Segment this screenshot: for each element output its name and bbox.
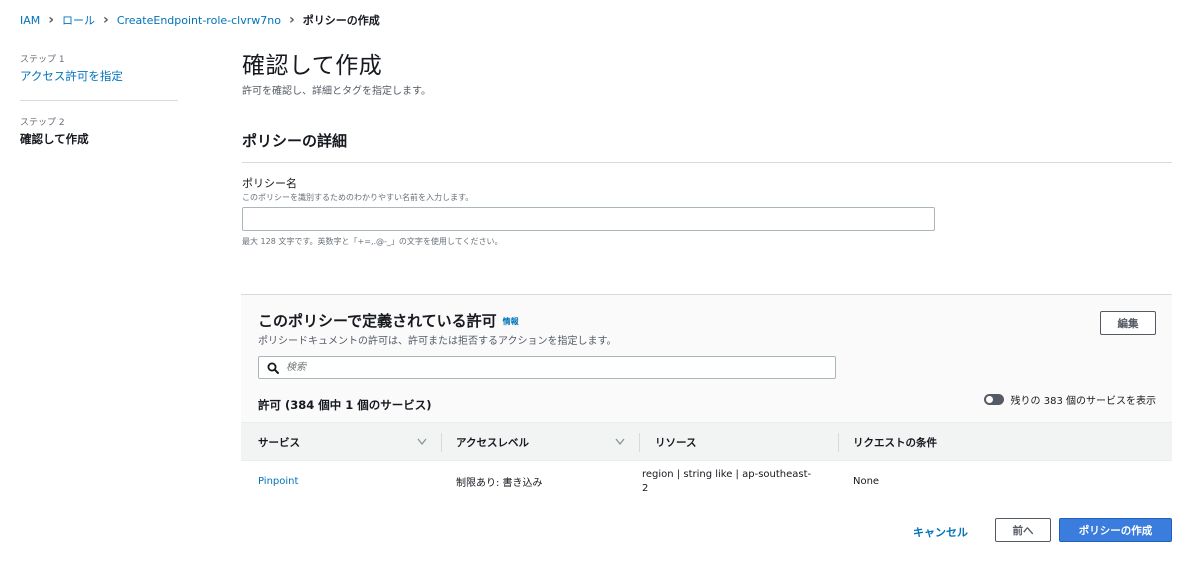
breadcrumb-link-iam[interactable]: IAM — [20, 14, 40, 27]
info-link[interactable]: 情報 — [503, 317, 519, 326]
page-title: 確認して作成 — [242, 53, 383, 79]
permissions-description: ポリシードキュメントの許可は、許可または拒否するアクションを指定します。 — [258, 336, 617, 347]
breadcrumb-link-role[interactable]: CreateEndpoint-role-clvrw7no — [117, 14, 281, 27]
resource-text-line-2: 2 — [642, 482, 649, 494]
wizard-steps: ステップ 1 アクセス許可を指定 ステップ 2 確認して作成 — [20, 52, 178, 147]
search-icon — [267, 362, 279, 374]
column-header-request-condition: リクエストの条件 — [853, 437, 937, 449]
edit-button[interactable]: 編集 — [1100, 311, 1156, 335]
request-condition-cell: None — [853, 476, 880, 487]
resource-cell-text: region | string like | ap-southeast- 2 — [642, 468, 811, 496]
page-description: 許可を確認し、詳細とタグを指定します。 — [242, 86, 431, 97]
policy-details-title: ポリシーの詳細 — [242, 132, 348, 150]
chevron-right-icon: › — [288, 12, 295, 28]
policy-name-description: このポリシーを識別するためのわかりやすい名前を入力します。 — [242, 193, 474, 202]
show-remaining-toggle-group: 残りの 383 個のサービスを表示 — [983, 392, 1156, 407]
breadcrumb-current: ポリシーの作成 — [302, 14, 380, 27]
service-link-pinpoint[interactable]: Pinpoint — [258, 461, 298, 502]
allow-count-heading: 許可 (384 個中 1 個のサービス) — [258, 398, 432, 412]
step-1-link[interactable]: アクセス許可を指定 — [20, 68, 178, 84]
step-2-number: ステップ 2 — [20, 118, 65, 128]
policy-name-input[interactable] — [242, 207, 935, 231]
permissions-title-text: このポリシーで定義されている許可 — [258, 312, 497, 330]
breadcrumb: IAM › ロール › CreateEndpoint-role-clvrw7no… — [20, 12, 380, 28]
permissions-panel: このポリシーで定義されている許可 情報 ポリシードキュメントの許可は、許可または拒… — [241, 294, 1172, 502]
search-box[interactable] — [258, 356, 836, 379]
column-divider — [639, 433, 640, 452]
show-remaining-label: 残りの 383 個のサービスを表示 — [1010, 396, 1156, 407]
step-divider — [20, 100, 178, 101]
chevron-right-icon: › — [103, 12, 109, 28]
previous-button[interactable]: 前へ — [995, 518, 1051, 542]
search-input[interactable] — [286, 357, 835, 378]
table-row: Pinpoint 制限あり: 書き込み region | string like… — [241, 461, 1172, 502]
resource-cell: region | string like | ap-southeast- 2 — [642, 461, 832, 502]
resource-text-line-1: region | string like | ap-southeast- — [642, 468, 812, 480]
toggle-knob — [985, 396, 993, 403]
column-divider — [838, 433, 839, 452]
step-1-number: ステップ 1 — [20, 55, 65, 65]
table-header: サービス アクセスレベル リソース リクエストの条件 — [241, 422, 1172, 461]
sort-down-icon[interactable] — [615, 438, 625, 446]
sort-down-icon[interactable] — [417, 438, 427, 446]
access-level-cell: 制限あり: 書き込み — [456, 478, 543, 489]
section-divider — [242, 162, 1172, 163]
cancel-button[interactable]: キャンセル — [913, 524, 968, 540]
column-header-service[interactable]: サービス — [258, 423, 300, 462]
step-2-current: 確認して作成 — [20, 132, 89, 146]
policy-name-hint: 最大 128 文字です。英数字と「+=,.@-_」の文字を使用してください。 — [242, 237, 503, 246]
policy-name-label: ポリシー名 — [242, 177, 297, 190]
create-policy-button[interactable]: ポリシーの作成 — [1059, 518, 1172, 542]
chevron-right-icon: › — [48, 12, 55, 28]
column-divider — [441, 433, 442, 452]
permissions-title: このポリシーで定義されている許可 情報 — [258, 310, 519, 331]
breadcrumb-link-roles[interactable]: ロール — [62, 12, 95, 28]
column-header-access-level[interactable]: アクセスレベル — [456, 423, 529, 462]
toggle-switch-icon[interactable] — [983, 394, 1004, 405]
column-header-resource: リソース — [655, 437, 697, 449]
